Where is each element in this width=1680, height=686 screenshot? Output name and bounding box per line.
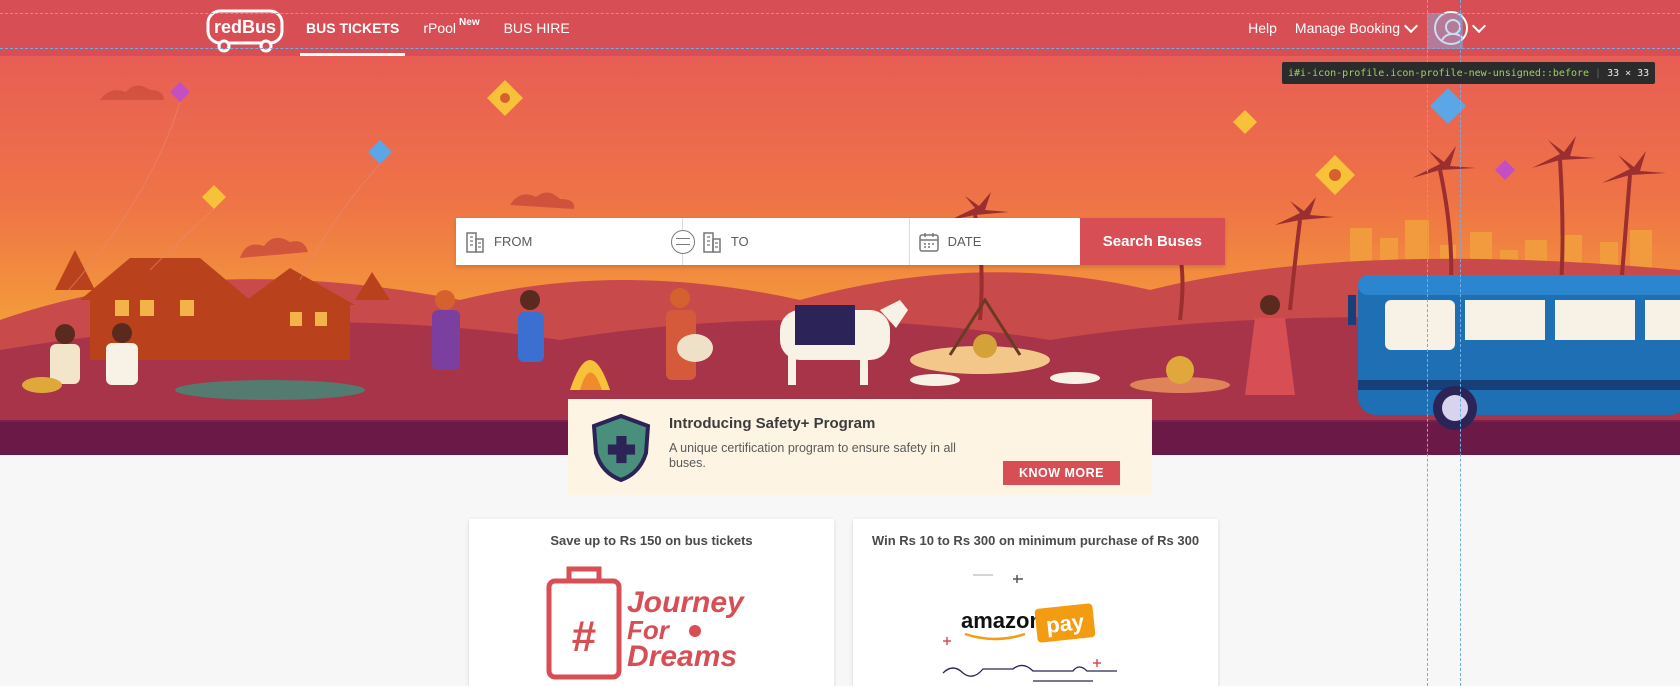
building-icon [466,231,484,253]
shield-plus-icon [591,413,651,483]
svg-text:redBus: redBus [214,17,276,37]
amazon-pay-artwork: amazon pay [942,574,1117,682]
safety-description: A unique certification program to ensure… [669,441,956,470]
help-link[interactable]: Help [1248,20,1277,36]
chevron-down-icon [1471,18,1487,33]
svg-text:amazon: amazon [961,608,1043,633]
offer-title: Save up to Rs 150 on bus tickets [550,533,753,548]
building-icon [703,231,721,253]
offer-card[interactable]: Win Rs 10 to Rs 300 on minimum purchase … [853,519,1218,686]
inspect-dimensions: 33 × 33 [1607,67,1650,79]
nav-bus-tickets-label: BUS TICKETS [306,20,400,36]
date-field[interactable]: DATE [909,218,1080,265]
from-field[interactable]: FROM [456,218,695,265]
safety-title: Introducing Safety+ Program [669,415,876,432]
new-badge: New [459,16,480,28]
offer-title: Win Rs 10 to Rs 300 on minimum purchase … [871,533,1200,548]
inspect-guide [0,48,1680,49]
svg-text:Dreams: Dreams [627,640,737,673]
inspect-guide [1427,0,1428,686]
inspect-highlight [1427,13,1463,49]
journey-for-dreams-artwork: # Journey For Dreams [546,566,745,680]
chevron-down-icon [1403,18,1419,33]
from-placeholder: FROM [494,234,533,249]
manage-booking-label: Manage Booking [1294,20,1400,36]
swap-icon[interactable] [670,230,695,254]
nav-bus-hire-label: BUS HIRE [503,20,570,36]
calendar-icon [918,232,939,252]
inspect-guide [1460,0,1461,686]
svg-text:pay: pay [1045,609,1086,638]
page: redBus BUS TICKETS rPool New BUS HIRE Hel… [0,0,1680,686]
safety-plus-banner: Introducing Safety+ Program A unique cer… [568,399,1152,495]
nav-rpool-label: rPool [423,20,457,36]
to-field[interactable]: TO [682,218,910,265]
offer-card[interactable]: Save up to Rs 150 on bus tickets # Journ… [469,519,834,686]
search-buses-button[interactable]: Search Buses [1079,218,1226,265]
bus-search-form: FROM TO DATE Search Buses [456,218,1226,265]
inspect-tooltip: i#i-icon-profile.icon-profile-new-unsign… [1282,62,1656,84]
inspect-selector: i#i-icon-profile.icon-profile-new-unsign… [1288,67,1590,79]
inspect-guide [0,13,1680,14]
know-more-button[interactable]: KNOW MORE [1003,461,1120,485]
to-placeholder: TO [730,234,749,249]
date-placeholder: DATE [947,234,982,249]
manage-booking-dropdown[interactable]: Manage Booking [1294,18,1419,36]
svg-text:#: # [572,612,596,661]
